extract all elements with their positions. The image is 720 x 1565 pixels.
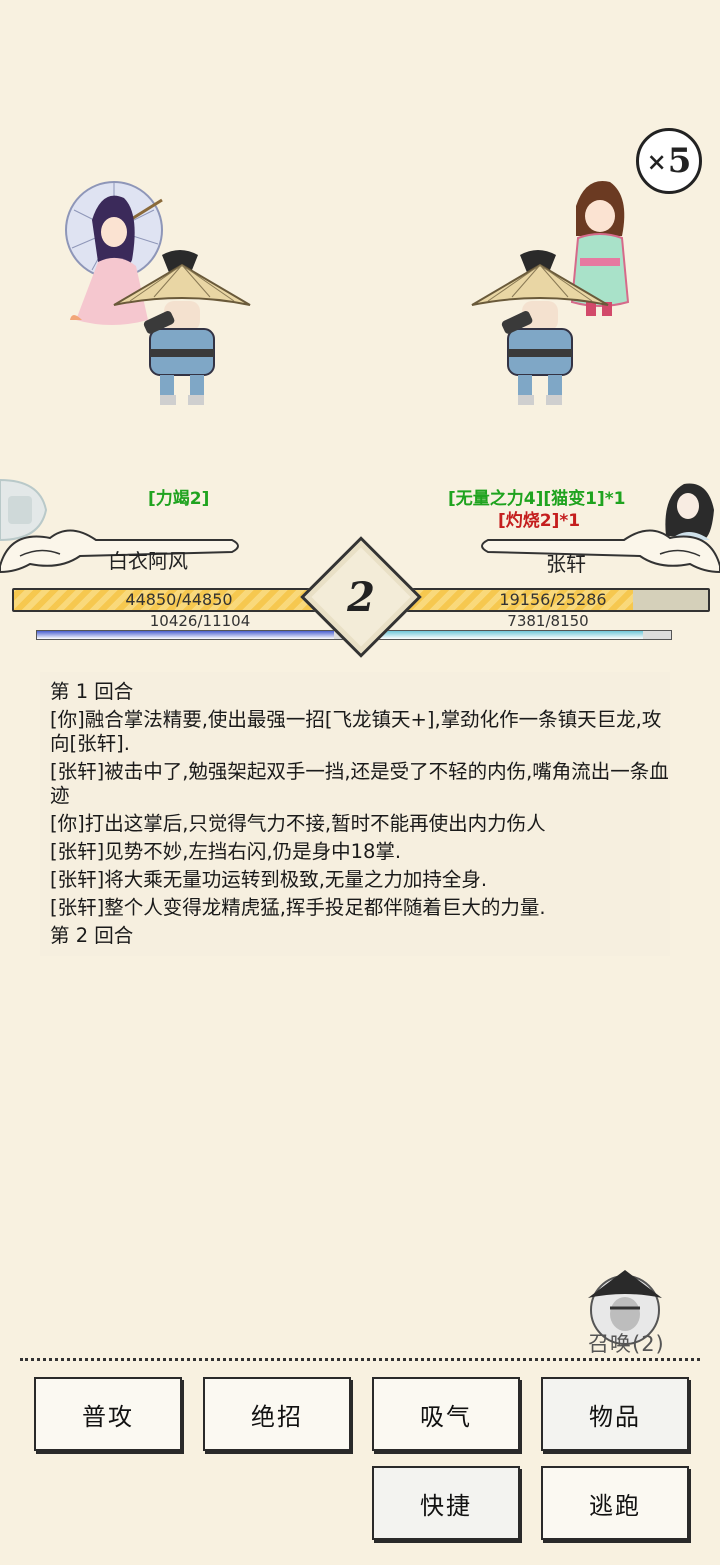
- log-line: [你]融合掌法精要,使出最强一招[飞龙镇天+],掌劲化作一条镇天巨龙,攻向[张轩…: [50, 708, 662, 755]
- flee-button[interactable]: 逃跑: [541, 1466, 689, 1540]
- log-line: [张轩]被击中了,勉强架起双手一挡,还是受了不轻的内伤,嘴角流出一条血迹: [50, 760, 669, 807]
- enemy-hp-value: 19156/25286: [499, 590, 607, 609]
- log-line: [你]打出这掌后,只觉得气力不接,暂时不能再使出内力伤人: [50, 812, 546, 835]
- battle-log: 第 1 回合 [你]融合掌法精要,使出最强一招[飞龙镇天+],掌劲化作一条镇天巨…: [40, 672, 670, 956]
- player-hp-bar: 44850/44850: [12, 588, 346, 612]
- log-line: [张轩]见势不妙,左挡右闪,仍是身中18掌.: [50, 840, 402, 863]
- summon-button[interactable]: 召唤(2): [588, 1328, 665, 1358]
- ultimate-skill-button[interactable]: 绝招: [203, 1377, 351, 1451]
- player-hp-value: 44850/44850: [125, 590, 233, 609]
- breathe-button[interactable]: 吸气: [372, 1377, 520, 1451]
- quick-button[interactable]: 快捷: [372, 1466, 520, 1540]
- enemy-mp-value: 7381/8150: [507, 612, 589, 630]
- player-name: 白衣阿风: [108, 549, 188, 573]
- enemy-mp-bar: [368, 630, 672, 640]
- straw-hat-swordsman-player-sprite: [113, 250, 251, 405]
- normal-attack-button[interactable]: 普攻: [34, 1377, 182, 1451]
- log-line: 第 1 回合: [50, 680, 134, 703]
- log-line: [张轩]整个人变得龙精虎猛,挥手投足都伴随着巨大的力量.: [50, 896, 546, 919]
- log-line: 第 2 回合: [50, 924, 134, 947]
- divider: [20, 1358, 700, 1361]
- enemy-name: 张轩: [546, 552, 586, 576]
- player-status-effects: [力竭2]: [148, 489, 210, 509]
- round-number: 2: [347, 573, 375, 621]
- enemy-mp-fill: [369, 631, 643, 639]
- player-mp-fill: [37, 631, 334, 639]
- enemy-hp-bar: 19156/25286: [396, 588, 710, 612]
- straw-hat-swordsman-enemy-sprite: [471, 250, 609, 405]
- speed-value: 5: [667, 141, 692, 181]
- player-mp-value: 10426/11104: [149, 612, 251, 630]
- speed-prefix: ×: [646, 146, 667, 176]
- log-line: [张轩]将大乘无量功运转到极致,无量之力加持全身.: [50, 868, 488, 891]
- items-button[interactable]: 物品: [541, 1377, 689, 1451]
- speed-multiplier-button[interactable]: × 5: [636, 128, 702, 194]
- player-mp-bar: [36, 630, 354, 640]
- enemy-cloud-plate: [481, 529, 720, 574]
